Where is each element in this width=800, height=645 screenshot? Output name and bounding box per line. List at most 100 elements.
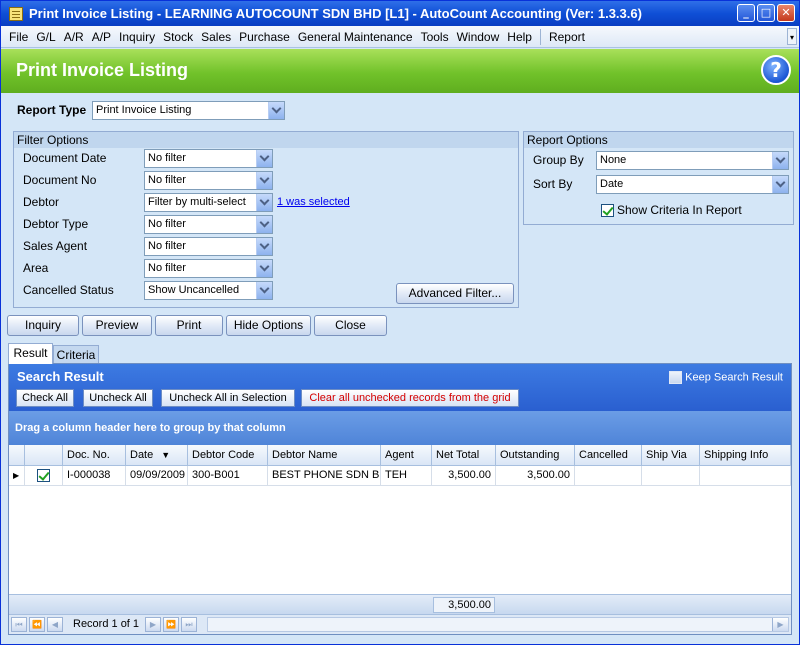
sort-by-dropdown[interactable]: Date bbox=[596, 175, 789, 194]
filter-document-no-dropdown[interactable]: No filter bbox=[144, 171, 273, 190]
column-header-debtor-name[interactable]: Debtor Name bbox=[268, 445, 381, 466]
menu-file[interactable]: File bbox=[5, 30, 32, 44]
menu-purchase[interactable]: Purchase bbox=[235, 30, 294, 44]
report-type-dropdown[interactable]: Print Invoice Listing bbox=[92, 101, 285, 120]
menu-tools[interactable]: Tools bbox=[417, 30, 453, 44]
table-row[interactable]: ▶ I-000038 09/09/2009 300-B001 BEST PHON… bbox=[9, 466, 791, 487]
search-result-bar: Search Result Keep Search Result Check A… bbox=[9, 364, 791, 411]
chevron-down-icon[interactable] bbox=[772, 152, 788, 169]
tab-result[interactable]: Result bbox=[8, 343, 53, 364]
show-criteria-checkbox[interactable] bbox=[601, 204, 614, 217]
close-button[interactable]: Close bbox=[314, 315, 387, 336]
filter-cancelled-status-value: Show Uncancelled bbox=[148, 284, 240, 296]
cell-debtor-code[interactable]: 300-B001 bbox=[188, 466, 268, 486]
column-header-cancelled[interactable]: Cancelled bbox=[575, 445, 642, 466]
menu-window[interactable]: Window bbox=[453, 30, 504, 44]
check-column-header[interactable] bbox=[25, 445, 63, 466]
chevron-down-icon[interactable] bbox=[256, 282, 272, 299]
check-all-button[interactable]: Check All bbox=[16, 389, 74, 407]
group-by-drop-area[interactable]: Drag a column header here to group by th… bbox=[9, 411, 791, 445]
menu-stock[interactable]: Stock bbox=[159, 30, 197, 44]
menu-general-maintenance[interactable]: General Maintenance bbox=[294, 30, 417, 44]
cell-net-total[interactable]: 3,500.00 bbox=[432, 466, 496, 486]
cell-outstanding[interactable]: 3,500.00 bbox=[496, 466, 575, 486]
clear-unchecked-records-button[interactable]: Clear all unchecked records from the gri… bbox=[301, 389, 519, 407]
group-by-dropdown[interactable]: None bbox=[596, 151, 789, 170]
column-header-debtor-code[interactable]: Debtor Code bbox=[188, 445, 268, 466]
net-total-summary: 3,500.00 bbox=[433, 597, 495, 613]
chevron-down-icon[interactable] bbox=[256, 238, 272, 255]
filter-cancelled-status-dropdown[interactable]: Show Uncancelled bbox=[144, 281, 273, 300]
uncheck-all-button[interactable]: Uncheck All bbox=[83, 389, 153, 407]
preview-button[interactable]: Preview bbox=[82, 315, 152, 336]
next-page-icon[interactable]: ⏩ bbox=[163, 617, 179, 632]
next-record-icon[interactable]: ▶ bbox=[145, 617, 161, 632]
keep-search-result-checkbox[interactable] bbox=[669, 371, 683, 384]
menu-gl[interactable]: G/L bbox=[32, 30, 59, 44]
chevron-down-icon[interactable] bbox=[256, 194, 272, 211]
horizontal-scrollbar[interactable]: ▶ bbox=[207, 617, 789, 632]
filter-area-dropdown[interactable]: No filter bbox=[144, 259, 273, 278]
title-bar[interactable]: Print Invoice Listing - LEARNING AUTOCOU… bbox=[1, 1, 799, 26]
menu-help[interactable]: Help bbox=[503, 30, 536, 44]
column-header-shipping-info[interactable]: Shipping Info bbox=[700, 445, 791, 466]
sort-by-label: Sort By bbox=[533, 177, 573, 191]
column-header-doc-no[interactable]: Doc. No. bbox=[63, 445, 126, 466]
help-icon[interactable]: ? bbox=[761, 55, 791, 85]
cell-debtor-name[interactable]: BEST PHONE SDN B... bbox=[268, 466, 381, 486]
keep-search-result[interactable]: Keep Search Result bbox=[669, 371, 783, 384]
cell-cancelled[interactable] bbox=[575, 466, 642, 486]
filter-document-no-value: No filter bbox=[148, 174, 186, 186]
menu-ap[interactable]: A/P bbox=[88, 30, 115, 44]
last-record-icon[interactable]: ⏭ bbox=[181, 617, 197, 632]
chevron-down-icon[interactable] bbox=[256, 216, 272, 233]
row-check-cell[interactable] bbox=[25, 466, 63, 486]
chevron-down-icon[interactable] bbox=[256, 172, 272, 189]
close-window-button[interactable]: ✕ bbox=[777, 4, 795, 22]
cell-ship-via[interactable] bbox=[642, 466, 700, 486]
column-header-date[interactable]: Date ▼ bbox=[126, 445, 188, 466]
menu-inquiry[interactable]: Inquiry bbox=[115, 30, 159, 44]
inquiry-button[interactable]: Inquiry bbox=[7, 315, 79, 336]
report-options-title: Report Options bbox=[524, 132, 793, 148]
uncheck-all-in-selection-button[interactable]: Uncheck All in Selection bbox=[161, 389, 295, 407]
first-record-icon[interactable]: ⏮ bbox=[11, 617, 27, 632]
minimize-button[interactable]: _ bbox=[737, 4, 755, 22]
hide-options-button[interactable]: Hide Options bbox=[226, 315, 311, 336]
chevron-down-icon[interactable] bbox=[268, 102, 284, 119]
filter-debtor-value: Filter by multi-select bbox=[148, 196, 246, 208]
grid-footer: 3,500.00 bbox=[9, 594, 791, 614]
previous-record-icon[interactable]: ◀ bbox=[47, 617, 63, 632]
cell-agent[interactable]: TEH bbox=[381, 466, 432, 486]
filter-debtor-dropdown[interactable]: Filter by multi-select bbox=[144, 193, 273, 212]
debtor-selected-link[interactable]: 1 was selected bbox=[277, 196, 350, 208]
scroll-right-icon[interactable]: ▶ bbox=[772, 618, 788, 631]
chevron-down-icon[interactable] bbox=[772, 176, 788, 193]
cell-shipping-info[interactable] bbox=[700, 466, 791, 486]
row-checkbox[interactable] bbox=[37, 469, 50, 482]
filter-document-date-dropdown[interactable]: No filter bbox=[144, 149, 273, 168]
filter-sales-agent-value: No filter bbox=[148, 240, 186, 252]
column-header-ship-via[interactable]: Ship Via bbox=[642, 445, 700, 466]
menu-report[interactable]: Report bbox=[545, 30, 589, 44]
search-result-title: Search Result bbox=[17, 369, 104, 384]
tab-criteria[interactable]: Criteria bbox=[53, 345, 99, 364]
row-indicator-header bbox=[9, 445, 25, 466]
filter-sales-agent-dropdown[interactable]: No filter bbox=[144, 237, 273, 256]
maximize-button[interactable]: □ bbox=[757, 4, 775, 22]
menu-bar: File G/L A/R A/P Inquiry Stock Sales Pur… bbox=[1, 26, 799, 48]
filter-debtor-type-dropdown[interactable]: No filter bbox=[144, 215, 273, 234]
chevron-down-icon[interactable] bbox=[256, 150, 272, 167]
column-header-outstanding[interactable]: Outstanding bbox=[496, 445, 575, 466]
cell-doc-no[interactable]: I-000038 bbox=[63, 466, 126, 486]
previous-page-icon[interactable]: ⏪ bbox=[29, 617, 45, 632]
print-button[interactable]: Print bbox=[155, 315, 223, 336]
menu-ar[interactable]: A/R bbox=[60, 30, 88, 44]
menu-sales[interactable]: Sales bbox=[197, 30, 235, 44]
column-header-net-total[interactable]: Net Total bbox=[432, 445, 496, 466]
menu-overflow-chevron-icon[interactable]: ▾ bbox=[787, 28, 797, 45]
advanced-filter-button[interactable]: Advanced Filter... bbox=[396, 283, 514, 304]
chevron-down-icon[interactable] bbox=[256, 260, 272, 277]
cell-date[interactable]: 09/09/2009 bbox=[126, 466, 188, 486]
column-header-agent[interactable]: Agent bbox=[381, 445, 432, 466]
